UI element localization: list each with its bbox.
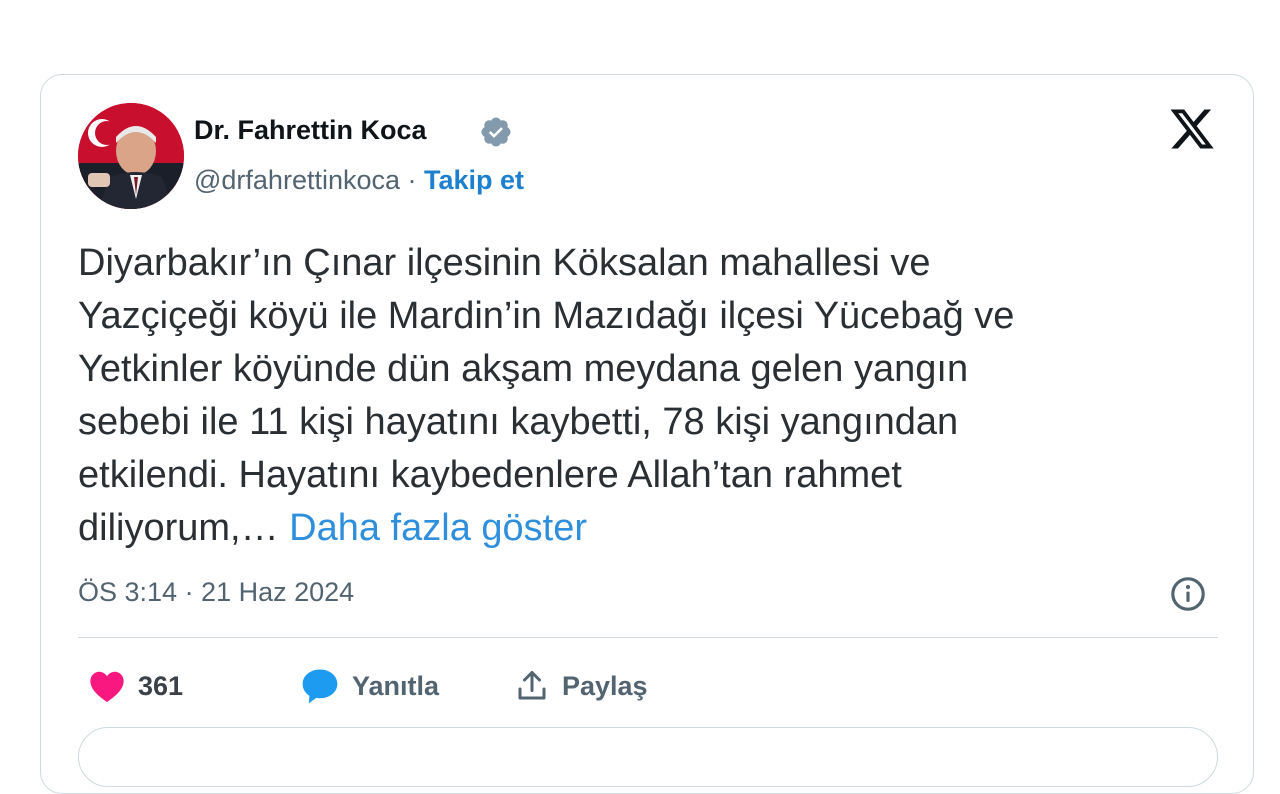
reply-label: Yanıtla: [352, 670, 440, 701]
info-icon[interactable]: [1169, 575, 1207, 613]
separator: ·: [400, 165, 425, 195]
tweet-text: Diyarbakır’ın Çınar ilçesinin Köksalan m…: [78, 237, 1198, 555]
reply-button[interactable]: Yanıtla: [300, 661, 439, 711]
show-more-link[interactable]: Daha fazla göster: [289, 507, 587, 549]
author-name[interactable]: Dr. Fahrettin Koca: [194, 115, 427, 146]
author-handle[interactable]: @drfahrettinkoca: [194, 165, 400, 195]
tweet-card: Dr. Fahrettin Koca @drfahrettinkoca · Ta…: [40, 74, 1254, 794]
divider: [78, 637, 1218, 638]
reply-box[interactable]: [78, 727, 1218, 787]
follow-button[interactable]: Takip et: [424, 165, 524, 195]
share-icon: [518, 671, 546, 700]
tweet-timestamp[interactable]: ÖS 3:14 · 21 Haz 2024: [78, 577, 354, 608]
x-logo-icon[interactable]: [1168, 105, 1216, 153]
reply-bubble-icon: [302, 669, 338, 704]
heart-icon: [90, 671, 124, 703]
share-button[interactable]: Paylaş: [514, 661, 648, 711]
like-count: 361: [138, 670, 184, 701]
like-button[interactable]: 361: [88, 661, 183, 711]
share-label: Paylaş: [562, 670, 648, 701]
avatar[interactable]: [78, 103, 184, 209]
tweet-body: Diyarbakır’ın Çınar ilçesinin Köksalan m…: [78, 242, 1015, 549]
handle-line: @drfahrettinkoca · Takip et: [194, 165, 524, 196]
verified-badge-icon: [481, 117, 511, 147]
